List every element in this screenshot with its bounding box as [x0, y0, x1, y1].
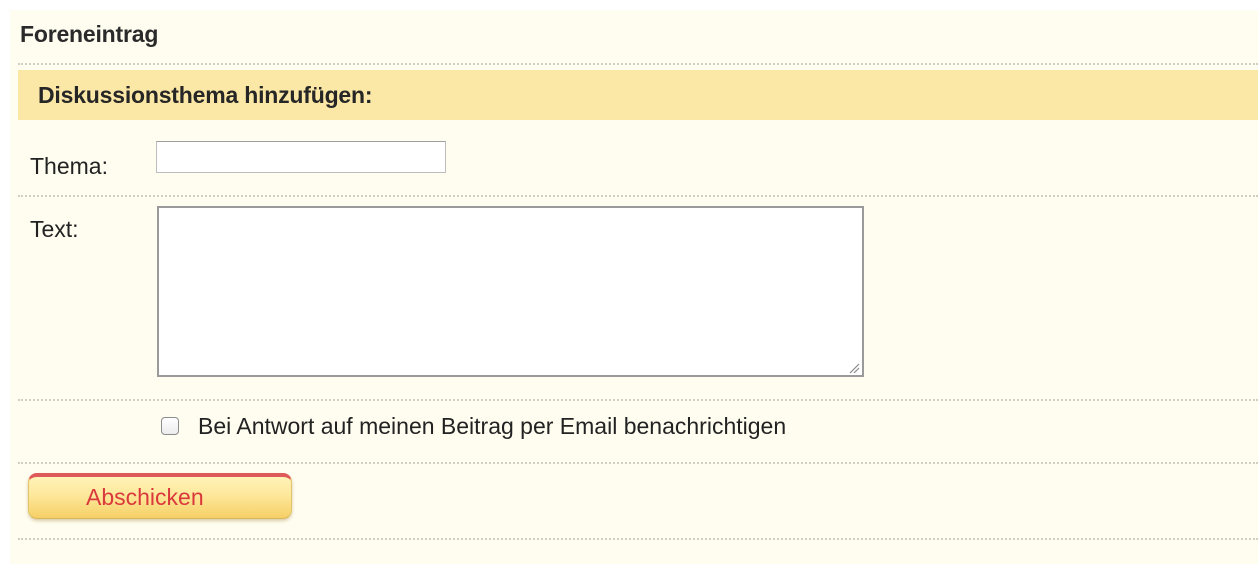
divider [18, 195, 1258, 197]
notify-label[interactable]: Bei Antwort auf meinen Beitrag per Email… [198, 413, 786, 440]
subject-label: Thema: [30, 153, 108, 179]
section-header: Diskussionsthema hinzufügen: [18, 70, 1258, 120]
divider [18, 462, 1258, 464]
page-title: Foreneintrag [20, 21, 159, 47]
divider [18, 538, 1258, 540]
notify-checkbox[interactable] [161, 417, 179, 435]
notify-row[interactable]: Bei Antwort auf meinen Beitrag per Email… [161, 411, 786, 441]
subject-input[interactable] [156, 141, 446, 173]
section-title: Diskussionsthema hinzufügen: [38, 82, 373, 108]
text-label: Text: [30, 216, 79, 242]
divider [18, 63, 1258, 65]
resize-grip-icon[interactable] [848, 362, 860, 374]
divider [18, 399, 1258, 401]
submit-button[interactable]: Abschicken [28, 473, 292, 519]
text-area[interactable] [157, 206, 864, 377]
